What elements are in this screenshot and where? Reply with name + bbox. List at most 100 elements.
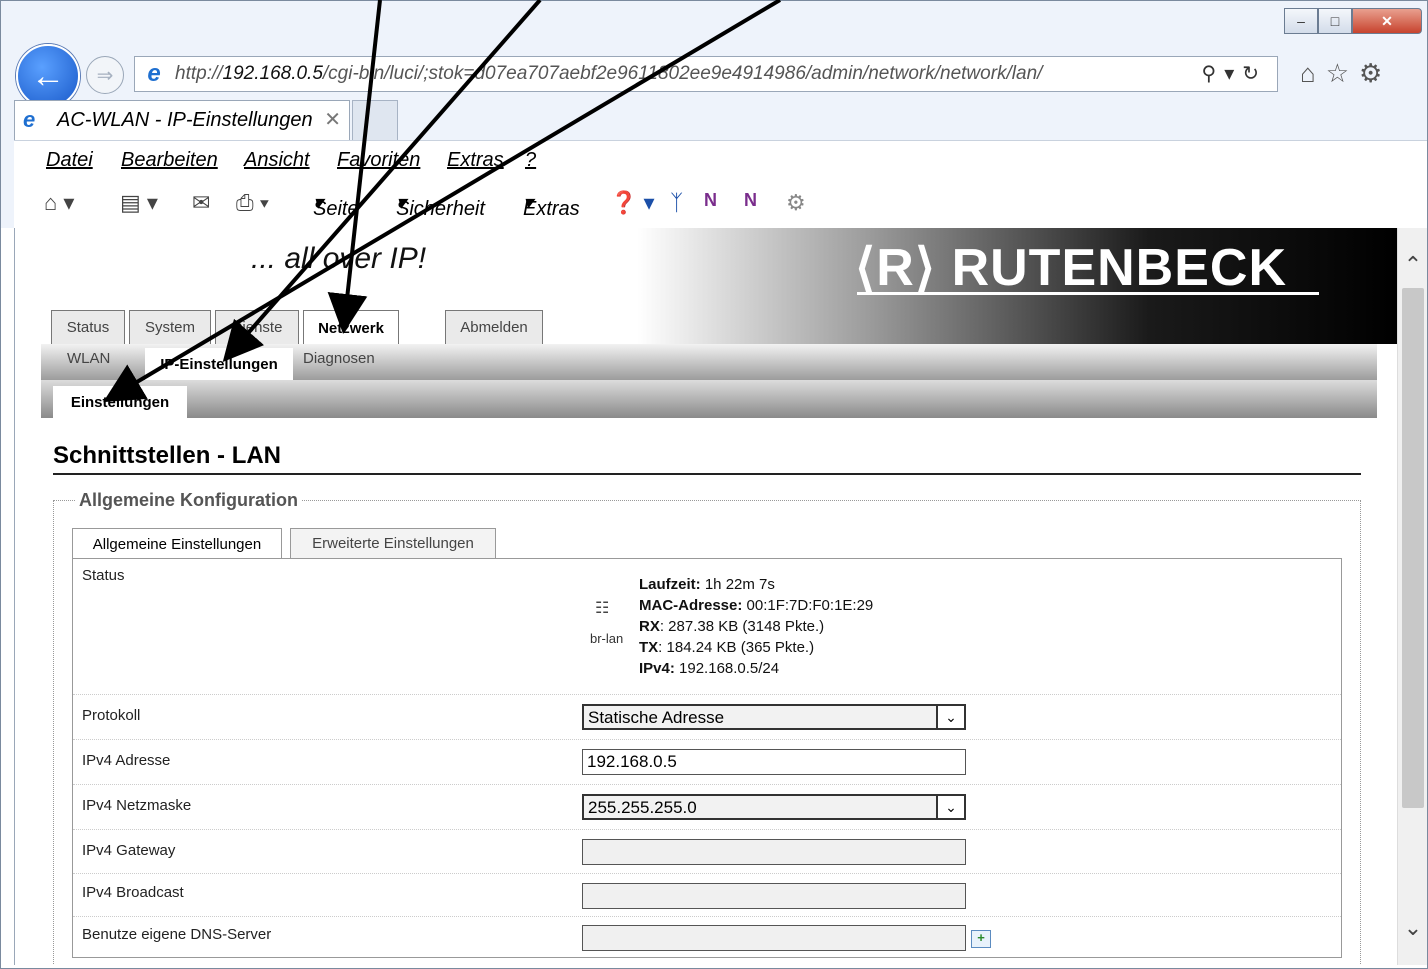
tab-netzwerk[interactable]: Netzwerk [303,310,399,346]
onenote-link-icon[interactable]: N [744,190,757,211]
status-details: Laufzeit: 1h 22m 7s MAC-Adresse: 00:1F:7… [639,574,873,679]
sub-navigation: WLAN IP-Einstellungen Diagnosen [41,344,1377,380]
menu-extras[interactable]: Extras [447,149,504,172]
status-rx: RX: 287.38 KB (3148 Pkte.) [639,618,825,635]
ipv4-gateway-input[interactable] [582,839,966,865]
new-tab-button[interactable] [352,100,398,140]
gear-icon[interactable]: ⚙ [1359,58,1392,88]
tab-status[interactable]: Status [51,310,125,344]
cmd-extras-label: Extras [523,198,580,220]
title-divider [53,473,1361,475]
help-icon[interactable]: ❓ ▾ [610,190,655,216]
back-button[interactable]: ← [16,44,80,108]
arrow-right-icon: ⇒ [96,64,114,87]
address-url[interactable]: http://192.168.0.5/cgi-bin/luci/;stok=d0… [175,63,1042,85]
onenote-send-icon[interactable]: N [704,190,717,211]
mail-icon[interactable]: ✉ [192,190,210,216]
dns-label: Benutze eigene DNS-Server [82,926,272,943]
dns-input[interactable] [582,925,966,951]
ie-logo-icon: e [147,60,161,87]
ipv4-netzmaske-label: IPv4 Netzmaske [82,797,192,814]
browser-toolbar-icons: ⌂☆⚙ [1300,58,1392,89]
menu-bar: Datei Bearbeiten Ansicht Favoriten Extra… [14,140,1428,183]
menu-favoriten[interactable]: Favoriten [337,149,420,172]
chevron-down-icon[interactable]: ▾ [1224,63,1242,85]
cmd-seite[interactable]: Seite ▾ [313,190,359,220]
bluetooth-icon[interactable]: ᛉ [670,190,683,216]
favorites-star-icon[interactable]: ☆ [1326,58,1359,88]
protokoll-value: Statische Adresse [588,708,725,727]
page-header: ... all over IP! ⟨R⟩ RUTENBECK Status Sy… [15,228,1398,346]
settings-gear-icon[interactable]: ⚙ [786,190,806,216]
ipv4-netzmaske-value: 255.255.255.0 [588,798,697,817]
ipv4-adresse-label: IPv4 Adresse [82,752,171,769]
status-uptime: Laufzeit: 1h 22m 7s [639,576,775,593]
browser-tab-title: AC-WLAN - IP-Einstellungen [57,109,313,131]
home-icon[interactable]: ⌂ ▾ [44,190,74,216]
scroll-up-icon[interactable]: ⌃ [1398,248,1428,282]
tab-dienste[interactable]: Dienste [215,310,299,344]
arrow-left-icon: ← [31,56,65,95]
subtab-ip-einstellungen[interactable]: IP-Einstellungen [145,348,293,380]
home-icon[interactable]: ⌂ [1300,58,1326,88]
close-tab-icon[interactable]: ✕ [324,107,341,132]
ipv4-adresse-input[interactable]: 192.168.0.5 [582,749,966,775]
interface-name: br-lan [590,631,624,646]
address-tools: ⚲▾↻ [1202,61,1267,86]
ipv4-netzmaske-select[interactable]: 255.255.255.0 ⌄ [582,794,966,820]
feed-icon[interactable]: ▤ ▾ [120,190,158,216]
forward-button[interactable]: ⇒ [86,56,124,94]
scrollbar-thumb[interactable] [1402,288,1424,808]
refresh-icon[interactable]: ↻ [1242,63,1267,85]
page-viewport: ... all over IP! ⟨R⟩ RUTENBECK Status Sy… [14,228,1398,965]
tab-system[interactable]: System [129,310,211,344]
minimize-button[interactable]: – [1284,8,1318,34]
url-host: 192.168.0.5 [222,63,323,84]
ipv4-broadcast-input[interactable] [582,883,966,909]
chevron-down-icon[interactable]: ⌄ [936,796,964,818]
logo-underline [857,292,1319,295]
status-label: Status [82,567,125,584]
address-bar[interactable]: e http://192.168.0.5/cgi-bin/luci/;stok=… [134,56,1278,92]
cmd-sicherheit-label: Sicherheit [396,198,485,220]
status-ipv4: IPv4: 192.168.0.5/24 [639,660,780,677]
rutenbeck-logo: ⟨R⟩ RUTENBECK [855,239,1288,297]
cmd-sicherheit[interactable]: Sicherheit ▾ [396,190,485,220]
maximize-button[interactable]: □ [1318,8,1352,34]
add-dns-icon[interactable]: + [971,930,991,948]
menu-bearbeiten[interactable]: Bearbeiten [121,149,218,172]
ipv4-gateway-label: IPv4 Gateway [82,842,176,859]
url-path: /cgi-bin/luci/;stok=d07ea707aebf2e961180… [322,63,1043,84]
browser-chrome: – □ ✕ ← ⇒ e http://192.168.0.5/cgi-bin/l… [0,0,1428,228]
protokoll-select[interactable]: Statische Adresse ⌄ [582,704,966,730]
sub-navigation-2: Einstellungen [41,380,1377,418]
status-tx: TX: 184.24 KB (365 Pkte.) [639,639,815,656]
scroll-down-icon[interactable]: ⌄ [1398,911,1428,945]
slogan: ... all over IP! [251,242,427,275]
subtab-diagnosen[interactable]: Diagnosen [303,350,375,367]
chevron-down-icon[interactable]: ⌄ [936,706,964,728]
menu-datei[interactable]: Datei [46,149,93,172]
menu-ansicht[interactable]: Ansicht [244,149,310,172]
command-bar: ⌂ ▾ ▤ ▾ ✉ ⎙ ▾ Seite ▾ Sicherheit ▾ Extra… [14,182,1428,228]
search-icon[interactable]: ⚲ [1202,63,1225,85]
tab-allgemeine-einstellungen[interactable]: Allgemeine Einstellungen [72,528,282,559]
url-prefix: http:// [175,63,223,84]
subtab-wlan[interactable]: WLAN [67,350,110,367]
page-title: Schnittstellen - LAN [53,442,282,469]
menu-help[interactable]: ? [525,149,536,172]
fieldset-legend: Allgemeine Konfiguration [75,490,303,511]
print-icon[interactable]: ⎙ ▾ [236,190,269,216]
tab-abmelden[interactable]: Abmelden [445,310,543,344]
vertical-scrollbar[interactable]: ⌃ ⌄ [1397,228,1428,965]
network-interface-icon: ☷ [595,600,610,617]
ipv4-broadcast-label: IPv4 Broadcast [82,884,184,901]
browser-tab-active[interactable]: e AC-WLAN - IP-Einstellungen ✕ [14,100,350,140]
ie-logo-icon: e [23,107,36,132]
subtab-einstellungen[interactable]: Einstellungen [53,386,187,418]
cmd-extras[interactable]: Extras ▾ [523,190,580,220]
close-window-button[interactable]: ✕ [1352,8,1422,34]
tab-erweiterte-einstellungen[interactable]: Erweiterte Einstellungen [290,528,496,558]
window-controls: – □ ✕ [1284,8,1422,34]
cmd-seite-label: Seite [313,198,359,220]
